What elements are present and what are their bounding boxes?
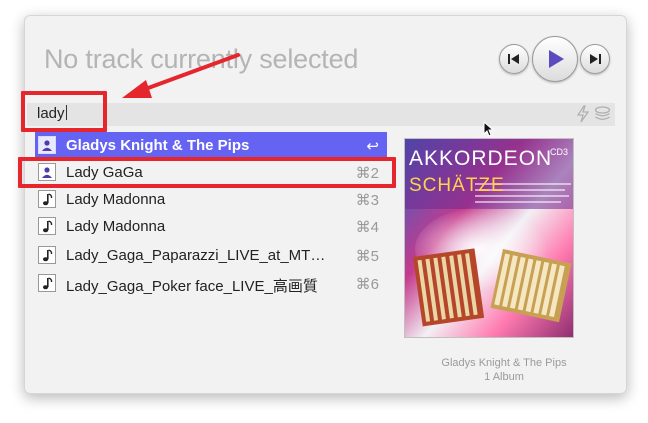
result-shortcut: ⌘6 [355,276,379,293]
album-artist-caption: Gladys Knight & The Pips [441,357,567,369]
result-highlight-box [18,157,396,188]
artist-icon [38,136,56,154]
music-note-icon [38,274,56,292]
result-label: Gladys Knight & The Pips [66,137,250,154]
result-row[interactable]: Gladys Knight & The Pips ↩ [35,132,387,159]
result-row[interactable]: Lady Madonna ⌘4 [35,213,387,240]
result-row[interactable]: Lady_Gaga_Paparazzi_LIVE_at_MT… ⌘5 [35,242,387,269]
mouse-pointer-icon [483,121,495,137]
bolt-icon[interactable] [575,105,591,123]
album-badge: CD3 [550,147,569,157]
music-note-icon [38,217,56,235]
skip-forward-icon [590,54,601,64]
result-row[interactable]: Lady_Gaga_Poker face_LIVE_高画質 ⌘6 [35,270,387,297]
result-shortcut: ⌘3 [355,192,379,209]
result-shortcut: ⌘4 [355,219,379,236]
result-label: Lady_Gaga_Poker face_LIVE_高画質 [66,278,318,295]
play-button[interactable] [532,36,578,82]
next-track-button[interactable] [580,44,610,74]
result-label: Lady_Gaga_Paparazzi_LIVE_at_MT… [66,247,326,264]
album-artwork: AKKORDEON CD3 SCHÄTZE [404,138,574,338]
album-subtitle: SCHÄTZE [409,175,505,196]
now-playing-title: No track currently selected [44,44,359,74]
skip-back-icon [508,54,519,64]
music-note-icon [38,190,56,208]
result-shortcut: ⌘5 [355,248,379,265]
play-icon [549,50,564,68]
result-shortcut: ↩ [366,138,379,155]
search-options [573,105,613,123]
stack-icon[interactable] [594,106,611,122]
result-label: Lady Madonna [66,218,166,235]
search-highlight-box [21,91,107,132]
previous-track-button[interactable] [499,44,529,74]
album-title: AKKORDEON [409,147,553,170]
result-label: Lady Madonna [66,191,166,208]
album-count-caption: 1 Album [484,371,524,383]
music-note-icon [38,246,56,264]
result-row[interactable]: Lady Madonna ⌘3 [35,186,387,213]
